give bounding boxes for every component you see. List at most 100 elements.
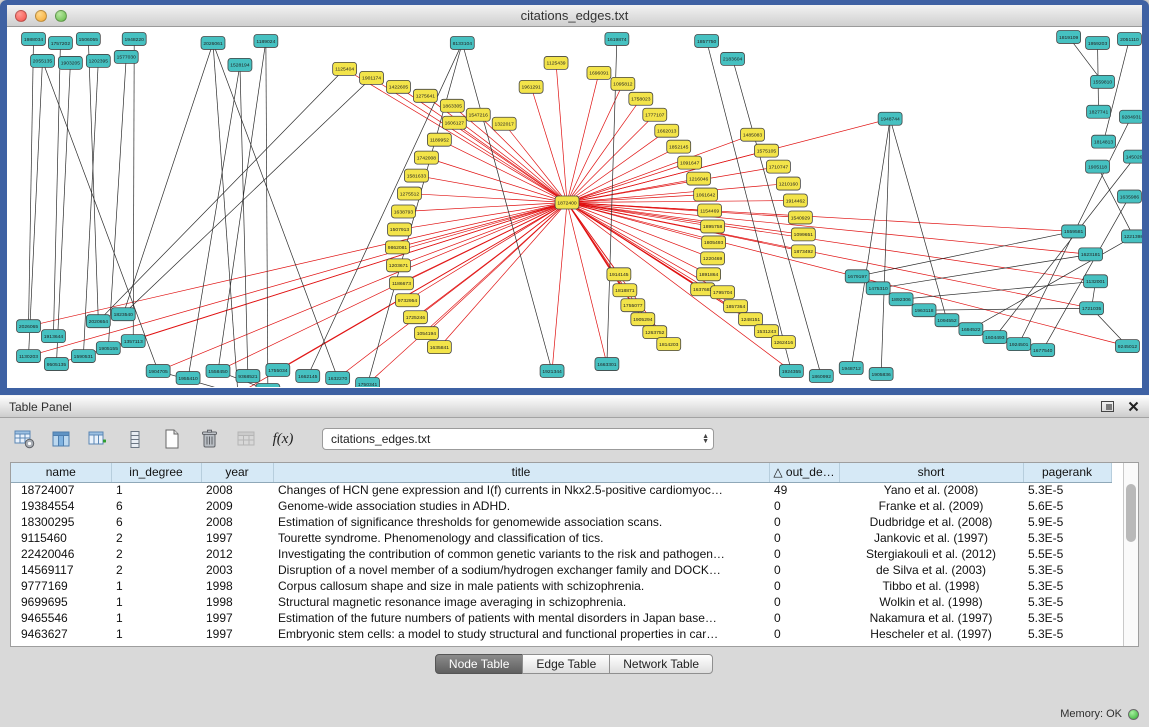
graph-node[interactable]: 1777107 — [643, 108, 667, 121]
table-row[interactable]: 946554611997Estimation of the future num… — [11, 610, 1111, 626]
graph-node[interactable]: 1262416 — [771, 336, 795, 349]
graph-node[interactable]: 2026061 — [201, 36, 225, 49]
graph-node[interactable]: 1710747 — [766, 160, 790, 173]
new-table-button[interactable] — [158, 426, 186, 452]
graph-node[interactable]: 1694522 — [959, 323, 983, 336]
graph-node[interactable]: 1905155 — [96, 342, 120, 355]
graph-node[interactable]: 1892306 — [889, 293, 913, 306]
graph-node[interactable]: 1662145 — [296, 370, 320, 383]
float-panel-icon[interactable] — [1100, 400, 1114, 413]
graph-node[interactable]: 1130203 — [17, 350, 41, 363]
graph-node[interactable]: 1558450 — [206, 365, 230, 378]
graph-node[interactable]: 1663301 — [595, 358, 619, 371]
scrollbar-thumb[interactable] — [1126, 484, 1136, 542]
graph-node[interactable]: 1604493 — [983, 331, 1007, 344]
graph-node[interactable]: 1210160 — [776, 177, 800, 190]
graph-node[interactable]: 1805493 — [702, 236, 726, 249]
graph-node[interactable]: 1961291 — [519, 80, 543, 93]
network-canvas[interactable]: 1872400160612711899521742008158163312755… — [7, 27, 1142, 387]
graph-node[interactable]: 1757202 — [48, 36, 72, 49]
create-column-button[interactable] — [84, 426, 112, 452]
graph-node[interactable]: 1955410 — [176, 372, 200, 385]
table-mode-button[interactable] — [10, 426, 38, 452]
table-row[interactable]: 1830029562008Estimation of significance … — [11, 514, 1111, 530]
network-window-titlebar[interactable]: citations_edges.txt — [7, 5, 1142, 27]
graph-node[interactable]: 2055135 — [31, 54, 55, 67]
graph-node[interactable]: 1221398 — [1121, 230, 1142, 243]
delete-columns-button[interactable] — [121, 426, 149, 452]
graph-node[interactable]: 1275641 — [413, 89, 437, 102]
graph-node[interactable]: 8133104 — [450, 36, 474, 49]
graph-node[interactable]: 1623181 — [1079, 248, 1103, 261]
graph-node[interactable]: 1094552 — [935, 314, 959, 327]
graph-node[interactable]: 1635986 — [1117, 190, 1141, 203]
graph-node[interactable]: 1872400 — [555, 196, 579, 209]
graph-node[interactable]: 1948744 — [878, 112, 902, 125]
graph-node[interactable]: 1154469 — [698, 204, 722, 217]
graph-node[interactable]: 1528194 — [228, 58, 252, 71]
graph-node[interactable]: 1924355 — [779, 365, 803, 378]
graph-node[interactable]: 2026065 — [17, 320, 41, 333]
table-row[interactable]: 2242004622012Investigating the contribut… — [11, 546, 1111, 562]
graph-node[interactable]: 1959203 — [1086, 36, 1110, 49]
graph-node[interactable]: 1721035 — [1080, 302, 1104, 315]
graph-node[interactable]: 1132001 — [1084, 275, 1108, 288]
graph-node[interactable]: 1963118 — [912, 304, 936, 317]
graph-node[interactable]: 1679197 — [845, 270, 869, 283]
graph-node[interactable]: 1873492 — [791, 245, 815, 258]
graph-node[interactable]: 1189952 — [427, 133, 451, 146]
graph-node[interactable]: 1823540 — [111, 308, 135, 321]
graph-node[interactable]: 1638793 — [392, 205, 416, 218]
graph-node[interactable]: 1904705 — [146, 365, 170, 378]
tab-node-table[interactable]: Node Table — [435, 654, 524, 674]
graph-node[interactable]: 1450261 — [1123, 150, 1142, 163]
graph-node[interactable]: 1914145 — [607, 268, 631, 281]
graph-node[interactable]: 1189024 — [254, 34, 278, 47]
graph-node[interactable]: 1905118 — [1086, 160, 1110, 173]
show-columns-button[interactable] — [47, 426, 75, 452]
graph-node[interactable]: 9284931 — [1119, 110, 1142, 123]
tab-edge-table[interactable]: Edge Table — [522, 654, 610, 674]
graph-node[interactable]: 1795704 — [711, 286, 735, 299]
graph-node[interactable]: 1091647 — [678, 156, 702, 169]
graph-node[interactable]: 1619874 — [605, 32, 629, 45]
graph-node[interactable]: 1590531 — [71, 350, 95, 363]
graph-node[interactable]: 1099651 — [791, 228, 815, 241]
graph-node[interactable]: 1202395 — [86, 54, 110, 67]
graph-node[interactable]: 1216046 — [687, 172, 711, 185]
function-builder-button[interactable]: f(x) — [269, 426, 297, 452]
graph-node[interactable]: 1860992 — [809, 370, 833, 383]
column-header-short[interactable]: short — [839, 463, 1023, 482]
graph-node[interactable]: 1755077 — [621, 299, 645, 312]
graph-node[interactable]: 1905294 — [631, 313, 655, 326]
graph-node[interactable]: 2051110 — [1117, 32, 1141, 45]
column-header-in_degree[interactable]: in_degree — [111, 463, 201, 482]
graph-node[interactable]: 1857364 — [724, 300, 748, 313]
graph-node[interactable]: 1905836 — [869, 368, 893, 381]
graph-node[interactable]: 1275512 — [397, 187, 421, 200]
graph-node[interactable]: 1559581 — [1062, 225, 1086, 238]
graph-node[interactable]: 1577030 — [114, 50, 138, 63]
graph-node[interactable]: 1758023 — [629, 92, 653, 105]
graph-node[interactable]: 1891864 — [697, 268, 721, 281]
graph-node[interactable]: 9245012 — [1115, 340, 1139, 353]
graph-node[interactable]: 1248151 — [739, 313, 763, 326]
table-selector-dropdown[interactable]: citations_edges.txt ▲▼ — [322, 428, 714, 450]
table-row[interactable]: 1456911722003Disruption of a novel membe… — [11, 562, 1111, 578]
graph-node[interactable]: 1696091 — [587, 66, 611, 79]
graph-node[interactable]: 1857750 — [695, 34, 719, 47]
graph-node[interactable]: 9732954 — [395, 294, 419, 307]
graph-node[interactable]: 1852145 — [667, 140, 691, 153]
table-row[interactable]: 1872400712008Changes of HCN gene express… — [11, 482, 1111, 498]
graph-node[interactable]: 1677540 — [1031, 344, 1055, 357]
graph-node[interactable]: 1540929 — [788, 211, 812, 224]
graph-node[interactable]: 1750341 — [356, 378, 380, 387]
tab-network-table[interactable]: Network Table — [609, 654, 713, 674]
column-header-title[interactable]: title — [273, 463, 769, 482]
graph-node[interactable]: 1125404 — [333, 62, 357, 75]
graph-node[interactable]: 1203671 — [387, 259, 411, 272]
graph-node[interactable]: 1824505 — [256, 384, 280, 387]
graph-node[interactable]: 1814203 — [657, 338, 681, 351]
graph-node[interactable]: 1322017 — [492, 117, 516, 130]
graph-node[interactable]: 1725246 — [403, 311, 427, 324]
